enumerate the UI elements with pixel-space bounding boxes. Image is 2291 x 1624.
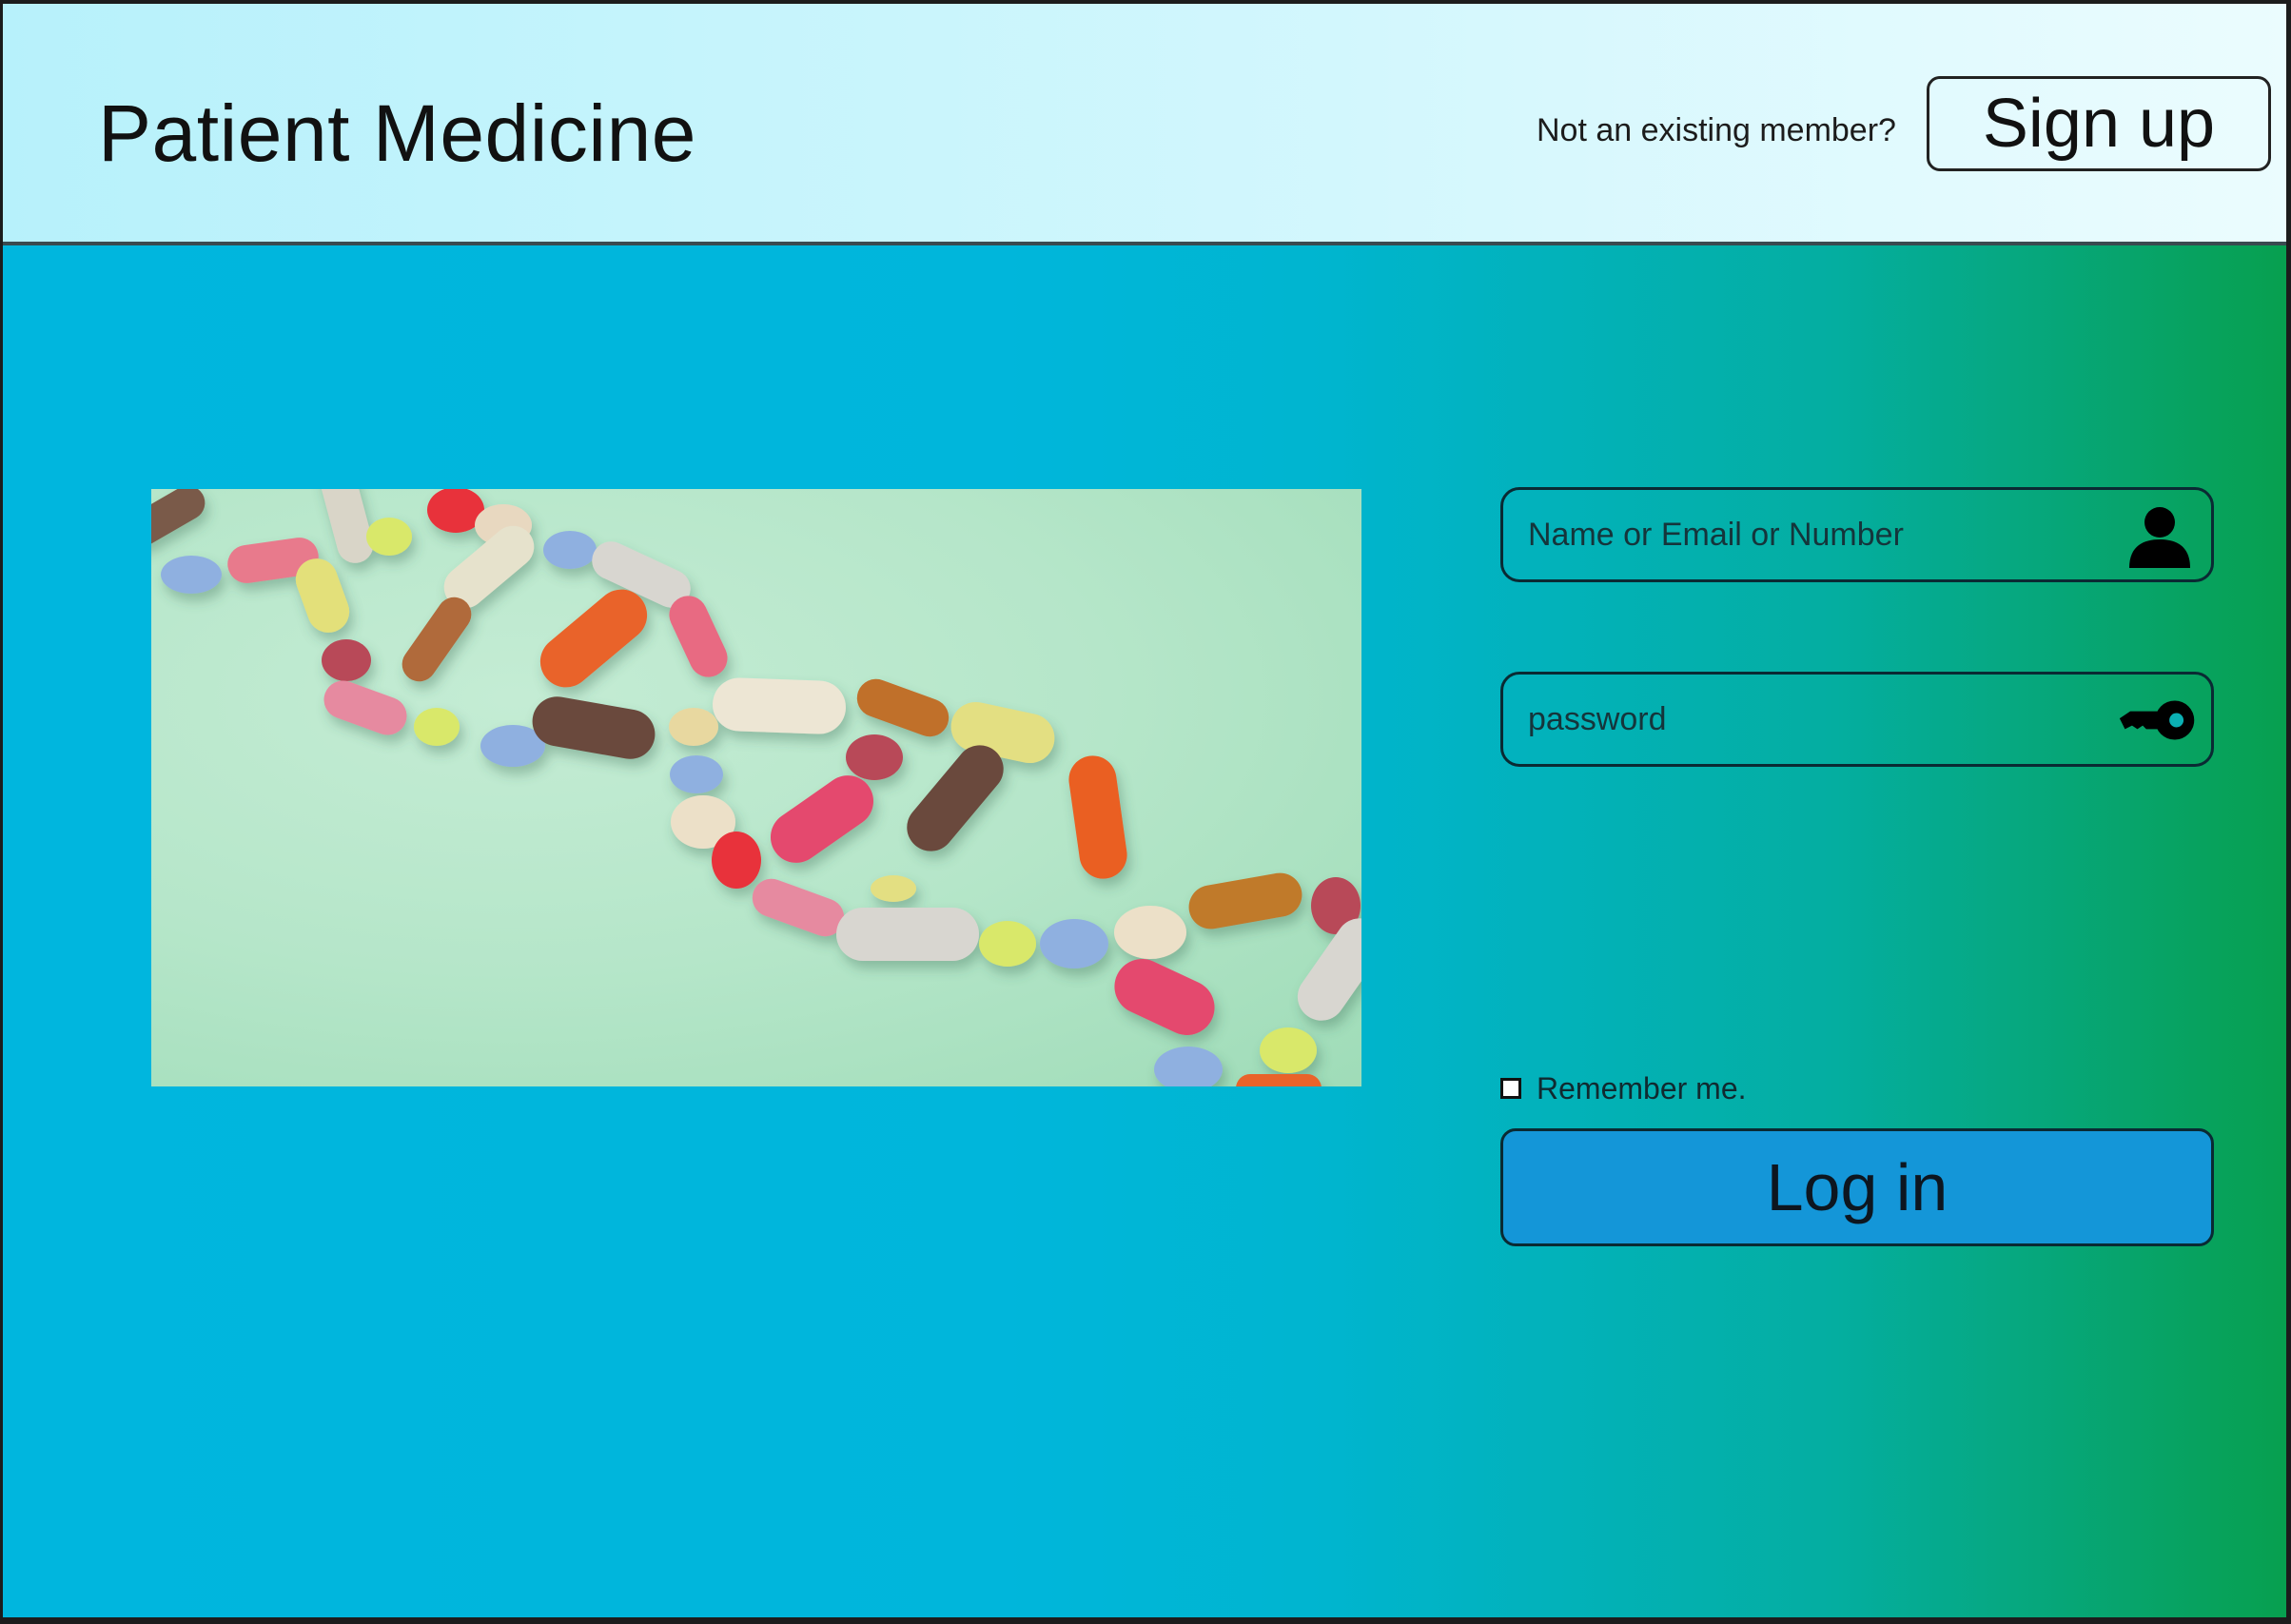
pills-dna-illustration [151, 489, 1361, 1086]
app-frame: Patient Medicine Not an existing member?… [3, 4, 2286, 1617]
app-title: Patient Medicine [98, 88, 697, 178]
remember-me[interactable]: Remember me. [1500, 1069, 1747, 1107]
password-input[interactable] [1503, 675, 2112, 764]
remember-label: Remember me. [1537, 1070, 1747, 1105]
username-field[interactable] [1500, 487, 2214, 582]
login-button[interactable]: Log in [1500, 1128, 2214, 1246]
signup-button[interactable]: Sign up [1927, 76, 2271, 171]
main-content: Remember me. Log in [3, 245, 2286, 1617]
username-input[interactable] [1503, 490, 2112, 579]
user-icon [2129, 507, 2190, 568]
password-field[interactable] [1500, 672, 2214, 767]
remember-checkbox[interactable] [1500, 1078, 1521, 1099]
header-bar: Patient Medicine Not an existing member?… [3, 4, 2286, 245]
key-icon [2119, 700, 2195, 740]
hero-image-pills [151, 489, 1361, 1086]
not-member-text: Not an existing member? [1537, 112, 1896, 148]
